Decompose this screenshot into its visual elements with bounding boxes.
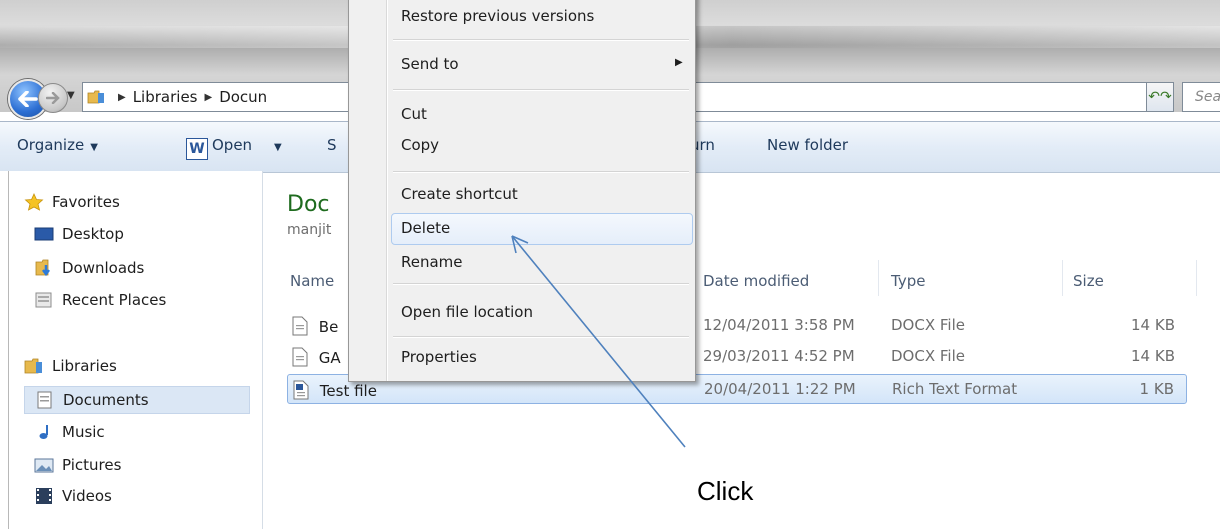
context-menu: Restore previous versions Send to ▶ Cut …	[348, 0, 696, 382]
file-type: DOCX File	[891, 347, 965, 365]
forward-button[interactable]	[38, 83, 68, 113]
music-note-icon	[39, 425, 48, 439]
chevron-down-icon: ▼	[90, 142, 98, 153]
downloads-folder-icon	[35, 259, 50, 277]
menu-item-open-file-location[interactable]: Open file location	[401, 303, 533, 321]
column-header-type[interactable]: Type	[891, 272, 925, 290]
nav-recent-places[interactable]: Recent Places	[34, 291, 166, 309]
search-input[interactable]: Sea	[1182, 82, 1220, 112]
menu-separator	[393, 336, 689, 338]
menu-separator	[393, 39, 689, 41]
recent-pages-dropdown-icon[interactable]: ▼	[67, 90, 79, 104]
breadcrumb-chevron-icon[interactable]: ▶	[205, 92, 213, 103]
nav-libraries-label: Libraries	[52, 357, 117, 375]
menu-separator	[393, 171, 689, 173]
libraries-folder-icon	[87, 90, 104, 104]
file-size: 14 KB	[1131, 347, 1175, 365]
back-arrow-icon	[18, 91, 38, 107]
star-icon	[24, 193, 44, 211]
pictures-icon	[34, 458, 54, 473]
file-name: Be	[292, 316, 338, 336]
document-icon	[292, 347, 308, 367]
share-button[interactable]: S	[327, 136, 337, 154]
nav-pictures[interactable]: Pictures	[34, 456, 121, 474]
library-subtitle: manjit	[287, 222, 332, 238]
videos-film-icon	[36, 488, 52, 504]
menu-item-properties[interactable]: Properties	[401, 348, 477, 366]
library-title: Doc	[287, 192, 330, 217]
nav-pictures-label: Pictures	[62, 456, 122, 474]
documents-icon	[37, 391, 52, 409]
column-divider[interactable]	[1062, 260, 1063, 296]
file-type: Rich Text Format	[892, 380, 1018, 398]
column-header-date-modified[interactable]: Date modified	[703, 272, 809, 290]
file-name: GA	[292, 347, 341, 367]
word-icon: W	[186, 138, 208, 160]
navigation-pane: Favorites Desktop Downloads Recent Place…	[0, 171, 263, 529]
organize-button[interactable]: Organize ▼	[17, 136, 98, 154]
menu-item-delete[interactable]: Delete	[401, 219, 450, 237]
nav-documents-label: Documents	[63, 391, 149, 409]
nav-favorites[interactable]: Favorites	[24, 193, 120, 211]
file-date: 20/04/2011 1:22 PM	[704, 380, 856, 398]
column-header-name[interactable]: Name	[290, 272, 334, 290]
column-header-size[interactable]: Size	[1073, 272, 1104, 290]
menu-item-cut[interactable]: Cut	[401, 105, 427, 123]
breadcrumb: ▶ Libraries ▶ Docun	[111, 88, 267, 106]
libraries-icon	[24, 358, 42, 374]
menu-item-copy[interactable]: Copy	[401, 136, 439, 154]
submenu-arrow-icon: ▶	[675, 57, 683, 68]
nav-videos[interactable]: Videos	[34, 487, 112, 505]
nav-downloads-label: Downloads	[62, 259, 145, 277]
file-date: 12/04/2011 3:58 PM	[703, 316, 855, 334]
file-name-text: Test file	[319, 382, 377, 400]
file-name-text: GA	[318, 349, 341, 367]
file-name-text: Be	[318, 318, 339, 336]
rich-text-document-icon	[293, 380, 309, 400]
forward-arrow-icon	[46, 92, 60, 104]
window-left-edge	[8, 171, 9, 529]
explorer-window: ▼ ▶ Libraries ▶ Docun ▼ ↶↷ Sea Organize ▼…	[0, 0, 1220, 529]
open-dropdown-icon[interactable]: ▼	[268, 136, 282, 154]
menu-separator	[393, 89, 689, 91]
file-size: 1 KB	[1139, 380, 1174, 398]
nav-music-label: Music	[62, 423, 105, 441]
column-divider[interactable]	[1196, 260, 1197, 296]
nav-documents[interactable]: Documents	[24, 386, 250, 414]
menu-separator	[393, 283, 689, 285]
refresh-icon: ↶↷	[1148, 89, 1172, 105]
menu-gutter	[386, 0, 388, 381]
file-size: 14 KB	[1131, 316, 1175, 334]
nav-recent-places-label: Recent Places	[62, 291, 167, 309]
nav-favorites-label: Favorites	[52, 193, 120, 211]
menu-item-create-shortcut[interactable]: Create shortcut	[401, 185, 518, 203]
document-icon	[292, 316, 308, 336]
menu-item-send-to[interactable]: Send to	[401, 55, 459, 73]
breadcrumb-documents[interactable]: Docun	[219, 88, 267, 106]
organize-label: Organize	[17, 136, 85, 154]
file-name: Test file	[293, 380, 377, 400]
breadcrumb-libraries[interactable]: Libraries	[133, 88, 198, 106]
nav-desktop[interactable]: Desktop	[34, 225, 124, 243]
breadcrumb-chevron-icon[interactable]: ▶	[118, 92, 126, 103]
annotation-label: Click	[697, 476, 754, 506]
open-label: Open	[212, 136, 253, 154]
desktop-icon	[34, 227, 54, 241]
menu-item-restore-previous-versions[interactable]: Restore previous versions	[401, 7, 594, 25]
nav-videos-label: Videos	[62, 487, 112, 505]
refresh-button[interactable]: ↶↷	[1146, 82, 1174, 112]
menu-item-rename[interactable]: Rename	[401, 253, 463, 271]
nav-libraries[interactable]: Libraries	[24, 357, 117, 375]
file-date: 29/03/2011 4:52 PM	[703, 347, 855, 365]
nav-desktop-label: Desktop	[62, 225, 124, 243]
nav-music[interactable]: Music	[34, 423, 105, 441]
new-folder-button[interactable]: New folder	[767, 136, 848, 154]
open-button[interactable]: W Open	[186, 136, 252, 160]
nav-downloads[interactable]: Downloads	[34, 259, 144, 277]
column-divider[interactable]	[878, 260, 879, 296]
recent-places-icon	[35, 292, 52, 308]
file-type: DOCX File	[891, 316, 965, 334]
